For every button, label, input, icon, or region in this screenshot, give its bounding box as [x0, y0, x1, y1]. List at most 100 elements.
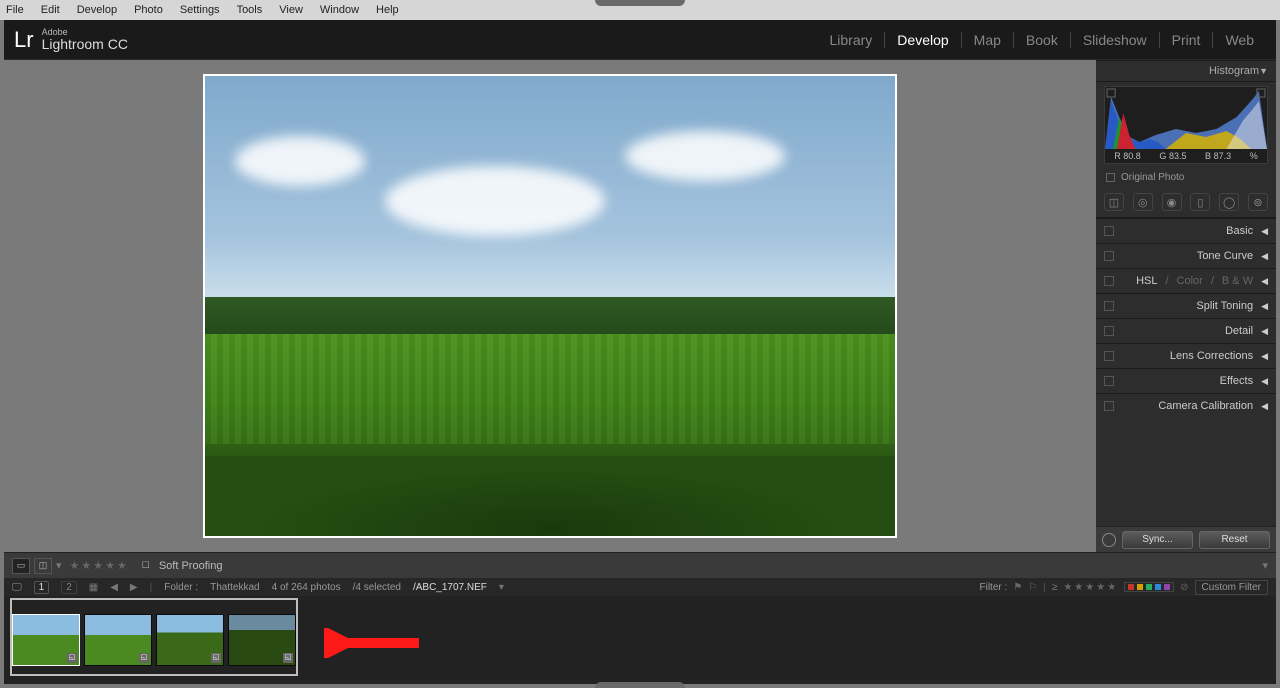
crop-tool[interactable]: ◫ — [1104, 193, 1124, 211]
module-slideshow[interactable]: Slideshow — [1071, 32, 1160, 48]
module-map[interactable]: Map — [962, 32, 1014, 48]
right-panel: Histogram ▼ R 80.8 G 83.5 B 87.3 — [1096, 60, 1276, 552]
filter-label: Filter : — [980, 582, 1008, 593]
thumbnail[interactable]: ◱ — [156, 614, 224, 666]
menu-settings[interactable]: Settings — [180, 4, 220, 16]
before-after-button[interactable]: ◫ — [34, 558, 52, 574]
folder-name[interactable]: Thattekkad — [210, 582, 259, 593]
previous-settings-icon[interactable] — [1102, 533, 1116, 547]
sync-reset-row: Sync... Reset — [1096, 526, 1276, 552]
filmstrip-infobar: 🖵 1 2 ▦ ◀ ▶ | Folder : Thattekkad 4 of 2… — [4, 578, 1276, 596]
chevron-down-icon[interactable]: ▾ — [499, 582, 504, 593]
panel-basic[interactable]: Basic◀ — [1096, 218, 1276, 243]
color-label-yellow[interactable] — [1137, 584, 1143, 590]
menu-edit[interactable]: Edit — [41, 4, 60, 16]
thumbnail[interactable]: ◱ — [12, 614, 80, 666]
rating-stars[interactable]: ★★★★★ — [70, 559, 129, 572]
module-book[interactable]: Book — [1014, 32, 1071, 48]
loupe-view-button[interactable]: ▭ — [12, 558, 30, 574]
badge-icon: ◱ — [139, 653, 149, 663]
module-picker: Library Develop Map Book Slideshow Print… — [818, 32, 1267, 48]
filmstrip[interactable]: ◱ ◱ ◱ ◱ — [4, 596, 1276, 684]
nav-back-icon[interactable]: ◀ — [110, 582, 118, 593]
badge-icon: ◱ — [283, 653, 293, 663]
module-web[interactable]: Web — [1213, 32, 1266, 48]
checkbox-icon — [1106, 173, 1115, 182]
view-badge-2[interactable]: 2 — [61, 581, 77, 594]
color-label-red[interactable] — [1128, 584, 1134, 590]
app-window: Lr Adobe Lightroom CC Library Develop Ma… — [4, 20, 1276, 684]
graduated-filter-tool[interactable]: ▯ — [1190, 193, 1210, 211]
checkbox-icon[interactable]: ☐ — [137, 558, 155, 574]
original-photo-label: Original Photo — [1121, 172, 1184, 183]
nav-forward-icon[interactable]: ▶ — [130, 582, 138, 593]
reset-button[interactable]: Reset — [1199, 531, 1270, 549]
module-print[interactable]: Print — [1160, 32, 1214, 48]
panel-detail[interactable]: Detail◀ — [1096, 318, 1276, 343]
selected-count: /4 selected — [353, 582, 401, 593]
brand-logo: Lr — [14, 27, 34, 53]
brand: Lr Adobe Lightroom CC — [14, 27, 128, 53]
module-library[interactable]: Library — [818, 32, 886, 48]
rating-compare-icon[interactable]: ≥ — [1052, 582, 1058, 593]
folder-label: Folder : — [164, 582, 198, 593]
module-develop[interactable]: Develop — [885, 32, 961, 48]
custom-filter-dropdown[interactable]: Custom Filter — [1195, 580, 1268, 595]
grid-icon[interactable]: ▦ — [89, 582, 98, 593]
menu-help[interactable]: Help — [376, 4, 399, 16]
workspace: Histogram ▼ R 80.8 G 83.5 B 87.3 — [4, 60, 1276, 552]
histogram-title: Histogram — [1209, 65, 1259, 77]
panel-lens-corrections[interactable]: Lens Corrections◀ — [1096, 343, 1276, 368]
arrow-annotation — [324, 628, 424, 658]
photo-count: 4 of 264 photos — [272, 582, 341, 593]
color-label-purple[interactable] — [1164, 584, 1170, 590]
second-window-icon[interactable]: 🖵 — [12, 582, 22, 593]
badge-icon: ◱ — [67, 653, 77, 663]
panel-split-toning[interactable]: Split Toning◀ — [1096, 293, 1276, 318]
panel-effects[interactable]: Effects◀ — [1096, 368, 1276, 393]
menu-develop[interactable]: Develop — [77, 4, 117, 16]
color-label-filter[interactable] — [1124, 582, 1174, 592]
top-bar: Lr Adobe Lightroom CC Library Develop Ma… — [4, 20, 1276, 60]
menu-window[interactable]: Window — [320, 4, 359, 16]
filter-lock-icon[interactable]: ⊘ — [1180, 582, 1188, 593]
chevron-down-icon[interactable]: ▾ — [56, 559, 62, 572]
photo-canvas[interactable] — [205, 76, 895, 536]
menu-file[interactable]: File — [6, 4, 24, 16]
badge-icon: ◱ — [211, 653, 221, 663]
canvas-area[interactable] — [4, 60, 1096, 552]
develop-tool-strip: ◫ ◎ ◉ ▯ ◯ ⊚ — [1096, 187, 1276, 218]
current-filename[interactable]: /ABC_1707.NEF — [413, 582, 487, 593]
flag-pick-icon[interactable]: ⚑ — [1013, 582, 1022, 593]
sync-button[interactable]: Sync... — [1122, 531, 1193, 549]
menu-view[interactable]: View — [279, 4, 303, 16]
color-label-green[interactable] — [1146, 584, 1152, 590]
radial-filter-tool[interactable]: ◯ — [1219, 193, 1239, 211]
histogram-graph — [1105, 87, 1267, 149]
adjustment-brush-tool[interactable]: ⊚ — [1248, 193, 1268, 211]
develop-toolbar: ▭ ◫ ▾ ★★★★★ ☐ Soft Proofing ▾ — [4, 552, 1276, 578]
histogram-header[interactable]: Histogram ▼ — [1096, 60, 1276, 82]
menu-photo[interactable]: Photo — [134, 4, 163, 16]
panel-hsl[interactable]: HSL/Color/B & W◀ — [1096, 268, 1276, 293]
thumbnail[interactable]: ◱ — [228, 614, 296, 666]
color-label-blue[interactable] — [1155, 584, 1161, 590]
toolbar-chevron-icon[interactable]: ▾ — [1262, 559, 1268, 572]
histogram-rgb-readout: R 80.8 G 83.5 B 87.3 % — [1105, 149, 1267, 163]
panel-tone-curve[interactable]: Tone Curve◀ — [1096, 243, 1276, 268]
filter-stars[interactable]: ★★★★★ — [1063, 582, 1118, 593]
chevron-down-icon: ▼ — [1259, 66, 1268, 76]
brand-product: Lightroom CC — [42, 37, 128, 51]
redeye-tool[interactable]: ◉ — [1162, 193, 1182, 211]
histogram-display[interactable]: R 80.8 G 83.5 B 87.3 % — [1104, 86, 1268, 164]
collapse-top-panel[interactable] — [595, 0, 685, 6]
thumbnail[interactable]: ◱ — [84, 614, 152, 666]
spot-removal-tool[interactable]: ◎ — [1133, 193, 1153, 211]
panel-camera-calibration[interactable]: Camera Calibration◀ — [1096, 393, 1276, 418]
flag-reject-icon[interactable]: ⚐ — [1028, 582, 1037, 593]
collapse-bottom-panel[interactable] — [595, 682, 685, 688]
soft-proofing-label[interactable]: Soft Proofing — [159, 560, 223, 572]
view-badge-1[interactable]: 1 — [34, 581, 50, 594]
menu-tools[interactable]: Tools — [237, 4, 263, 16]
original-photo-toggle[interactable]: Original Photo — [1096, 168, 1276, 187]
